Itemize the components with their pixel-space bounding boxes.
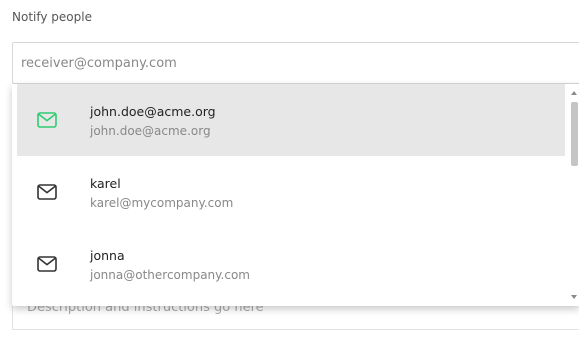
- scrollbar-thumb[interactable]: [571, 102, 578, 166]
- suggestion-name: karel: [90, 176, 121, 191]
- suggestion-item[interactable]: john.doe@acme.org john.doe@acme.org: [17, 84, 565, 156]
- mail-icon: [37, 256, 57, 272]
- suggestion-email: jonna@othercompany.com: [90, 268, 250, 282]
- notify-label: Notify people: [12, 10, 92, 24]
- recipient-suggestions-dropdown: john.doe@acme.org john.doe@acme.org kare…: [12, 84, 579, 306]
- mail-icon: [37, 112, 57, 128]
- dropdown-scrollbar[interactable]: [568, 84, 579, 306]
- suggestion-name: john.doe@acme.org: [90, 104, 216, 119]
- scroll-up-arrow-icon[interactable]: [571, 91, 577, 95]
- suggestion-name: jonna: [90, 248, 125, 263]
- notify-email-placeholder: receiver@company.com: [21, 56, 177, 71]
- mail-icon: [37, 184, 57, 200]
- suggestion-email: karel@mycompany.com: [90, 196, 234, 210]
- suggestion-item[interactable]: jonna jonna@othercompany.com: [17, 228, 565, 300]
- notify-email-input[interactable]: receiver@company.com: [12, 42, 579, 84]
- suggestion-email: john.doe@acme.org: [90, 124, 211, 138]
- scroll-down-arrow-icon[interactable]: [571, 295, 577, 299]
- suggestion-item[interactable]: karel karel@mycompany.com: [17, 156, 565, 228]
